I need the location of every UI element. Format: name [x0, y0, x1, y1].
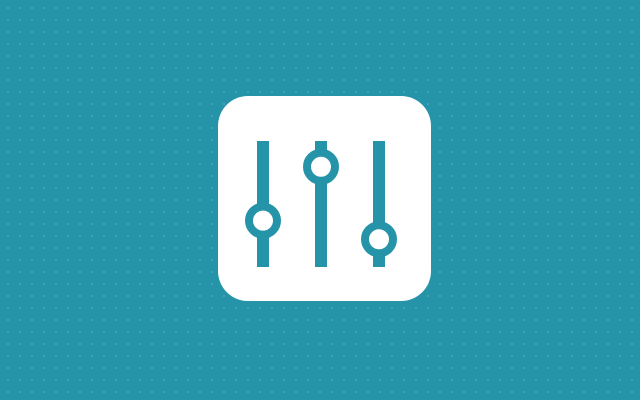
slider-knob — [361, 221, 397, 258]
dotted-background — [0, 0, 640, 400]
slider-knob — [303, 148, 339, 185]
equalizer-sliders-icon — [245, 141, 397, 267]
settings-app-icon[interactable] — [218, 96, 431, 301]
slider-knob — [245, 202, 281, 239]
